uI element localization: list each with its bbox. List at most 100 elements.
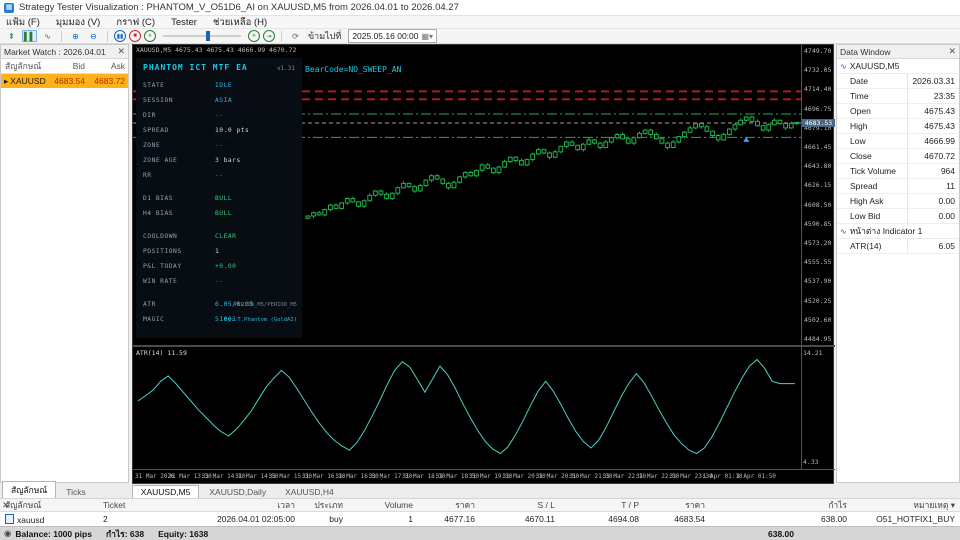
ea-value: +0.00 bbox=[215, 263, 236, 270]
time-axis-label: 1 Apr 01:50 bbox=[736, 473, 776, 480]
bid-value: 4683.54 bbox=[48, 76, 88, 86]
ea-label: P&L TODAY bbox=[143, 263, 215, 270]
candle bbox=[643, 130, 647, 133]
price-axis-label: 4696.75 bbox=[804, 105, 831, 113]
row-value: 0.00 bbox=[907, 209, 959, 223]
speed-slider[interactable] bbox=[163, 31, 241, 41]
refresh-icon[interactable]: ⟳ bbox=[288, 30, 303, 42]
tab-xauusd-m5[interactable]: XAUUSD,M5 bbox=[132, 485, 200, 498]
time-axis[interactable]: 31 Mar 202631 Mar 13:3031 Mar 14:1031 Ma… bbox=[133, 469, 835, 485]
candle bbox=[660, 139, 664, 143]
trades-table-header: สัญลักษณ์TicketเวลาประเภทVolumeราคาS / L… bbox=[0, 498, 960, 512]
ea-value: -- bbox=[215, 142, 224, 149]
col-symbol[interactable]: สัญลักษณ์ bbox=[1, 59, 48, 73]
calendar-icon[interactable]: ▦▾ bbox=[422, 32, 434, 41]
tick-mode-icon[interactable]: ⇞ bbox=[4, 30, 19, 42]
row-value: 2026.03.31 bbox=[907, 74, 959, 88]
row-label: Open bbox=[837, 106, 907, 116]
trades-col-2[interactable]: เวลา bbox=[170, 498, 300, 512]
trades-col-6[interactable]: S / L bbox=[480, 500, 560, 510]
fast-forward-icon[interactable]: » bbox=[248, 30, 260, 42]
tab-xauusd-h4[interactable]: XAUUSD,H4 bbox=[276, 485, 343, 498]
ea-version: v1.31 bbox=[277, 65, 295, 72]
ea-label: ZONE AGE bbox=[143, 157, 215, 164]
candle bbox=[699, 124, 703, 127]
trades-col-8[interactable]: ราคา bbox=[644, 498, 710, 512]
strategy-tester-window: ▦ Strategy Tester Visualization : PHANTO… bbox=[0, 0, 960, 540]
market-watch-body bbox=[1, 88, 128, 482]
stop-icon[interactable]: ■ bbox=[129, 30, 141, 42]
close-data-window-icon[interactable]: ✕ bbox=[948, 46, 956, 57]
trades-col-0[interactable]: สัญลักษณ์ bbox=[0, 498, 98, 512]
trades-col-7[interactable]: T / P bbox=[560, 500, 644, 510]
chart-area[interactable]: XAUUSD,M5 4675.43 4675.43 4666.99 4670.7… bbox=[132, 44, 834, 484]
price-axis-label: 4502.60 bbox=[804, 316, 831, 324]
candle bbox=[435, 176, 439, 179]
row-label: Low bbox=[837, 136, 907, 146]
jump-date-combo[interactable]: 2025.05.16 00:00 ▦▾ bbox=[348, 29, 437, 43]
row-value: 6.05 bbox=[907, 239, 959, 253]
skip-end-icon[interactable]: ⇥ bbox=[263, 30, 275, 42]
candle bbox=[604, 142, 608, 147]
candle bbox=[480, 165, 484, 170]
candle bbox=[491, 168, 495, 172]
pause-icon[interactable]: ▮▮ bbox=[114, 30, 126, 42]
ea-value: CLEAR bbox=[215, 233, 236, 240]
candle bbox=[542, 150, 546, 153]
col-bid[interactable]: Bid bbox=[48, 61, 88, 71]
tab-สัญลักษณ์[interactable]: สัญลักษณ์ bbox=[2, 481, 56, 498]
menu-item-v[interactable]: มุมมอง (V) bbox=[56, 15, 100, 30]
close-market-watch-icon[interactable]: ✕ bbox=[117, 46, 125, 57]
atr-indicator-chart[interactable] bbox=[133, 347, 801, 469]
price-axis-label: 4608.50 bbox=[804, 201, 831, 209]
tab-ticks[interactable]: Ticks bbox=[57, 485, 95, 498]
data-window-row: Spread11 bbox=[837, 179, 959, 194]
menubar: แฟ้ม (F) มุมมอง (V) กราฟ (C) Tester ช่วยเหลื… bbox=[0, 16, 960, 29]
col-ask[interactable]: Ask bbox=[88, 61, 128, 71]
ea-extra-text: PERIOD_M5/PERIOD_M5 bbox=[234, 302, 297, 308]
trades-col-3[interactable]: ประเภท bbox=[300, 498, 348, 512]
close-trades-icon[interactable]: ✕ bbox=[2, 500, 10, 511]
trades-cell-6: 4670.11 bbox=[480, 514, 560, 524]
tab-xauusd-daily[interactable]: XAUUSD,Daily bbox=[200, 485, 275, 498]
candle bbox=[520, 161, 524, 165]
data-window-panel: Data Window ✕ ∿XAUUSD,M5Date2026.03.31Ti… bbox=[836, 44, 960, 483]
candle bbox=[447, 183, 451, 187]
trades-table-row[interactable]: xauusd22026.04.01 02:05:00buy14677.16467… bbox=[0, 512, 960, 526]
bottom-tab-strip: สัญลักษณ์Ticks XAUUSD,M5XAUUSD,DailyXAUU… bbox=[0, 484, 960, 498]
market-watch-columns: สัญลักษณ์ Bid Ask bbox=[1, 59, 128, 74]
trades-col-5[interactable]: ราคา bbox=[418, 498, 480, 512]
zoom-out-icon[interactable]: ⊖ bbox=[86, 30, 101, 42]
candle bbox=[497, 167, 501, 172]
menu-item-h[interactable]: ช่วยเหลือ (H) bbox=[213, 15, 267, 30]
menu-item-c[interactable]: กราฟ (C) bbox=[116, 15, 155, 30]
ea-label: MAGIC bbox=[143, 316, 215, 323]
candle bbox=[373, 191, 377, 195]
line-mode-icon[interactable]: ∿ bbox=[40, 30, 55, 42]
candle bbox=[379, 191, 383, 194]
menu-item-tester[interactable]: Tester bbox=[171, 17, 197, 28]
row-label: Low Bid bbox=[837, 211, 907, 221]
candle bbox=[649, 130, 653, 134]
trades-col-4[interactable]: Volume bbox=[348, 500, 418, 510]
row-label: Tick Volume bbox=[837, 166, 907, 176]
market-watch-row-xauusd[interactable]: ▸XAUUSD 4683.54 4683.72 bbox=[1, 74, 128, 88]
pause-candles-icon[interactable]: ▌▌ bbox=[22, 30, 37, 42]
slider-handle[interactable] bbox=[206, 31, 210, 41]
trades-col-1[interactable]: Ticket bbox=[98, 500, 170, 510]
trades-col-10[interactable]: หมายเหตุ ▾ bbox=[852, 498, 960, 512]
candle bbox=[402, 183, 406, 187]
trades-col-9[interactable]: กำไร bbox=[710, 498, 852, 512]
zoom-in-icon[interactable]: ⊕ bbox=[68, 30, 83, 42]
candle bbox=[508, 157, 512, 161]
trades-cell-0: xauusd bbox=[0, 514, 98, 525]
ea-row-spread: SPREAD10.0 pts bbox=[136, 123, 302, 138]
candle bbox=[340, 203, 344, 208]
ea-row-state: STATEIDLE bbox=[136, 78, 302, 93]
menu-item-f[interactable]: แฟ้ม (F) bbox=[6, 15, 40, 30]
candle bbox=[424, 180, 428, 185]
skip-back-icon[interactable]: « bbox=[144, 30, 156, 42]
price-axis[interactable]: 4749.704732.054714.404696.754679.104661.… bbox=[801, 45, 835, 469]
candle bbox=[390, 193, 394, 198]
candle bbox=[306, 216, 310, 218]
